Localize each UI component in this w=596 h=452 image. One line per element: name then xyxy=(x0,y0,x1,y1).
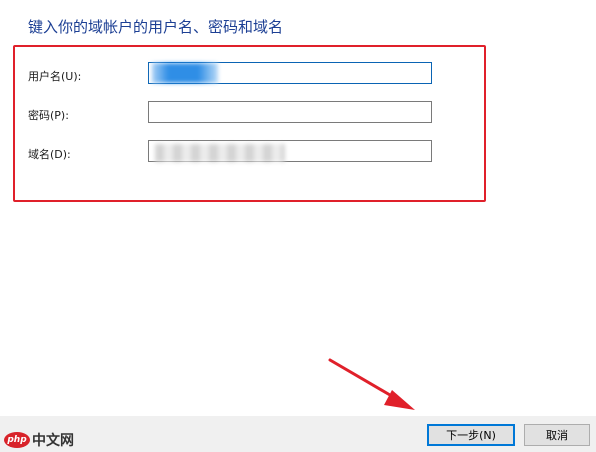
username-label: 用户名(U): xyxy=(28,70,82,83)
php-cn-watermark: php 中文网 xyxy=(4,430,74,450)
dialog-heading: 键入你的域帐户的用户名、密码和域名 xyxy=(28,18,284,36)
password-input[interactable] xyxy=(148,101,432,123)
watermark-site-text: 中文网 xyxy=(32,433,74,449)
domain-label: 域名(D): xyxy=(28,148,71,161)
next-button[interactable]: 下一步(N) xyxy=(427,424,515,446)
password-label: 密码(P): xyxy=(28,109,69,122)
red-arrow-icon xyxy=(328,358,415,410)
php-logo-icon: php xyxy=(4,432,30,448)
domain-redacted-value xyxy=(155,144,285,162)
cancel-button[interactable]: 取消 xyxy=(524,424,590,446)
username-redacted-value xyxy=(152,63,218,83)
